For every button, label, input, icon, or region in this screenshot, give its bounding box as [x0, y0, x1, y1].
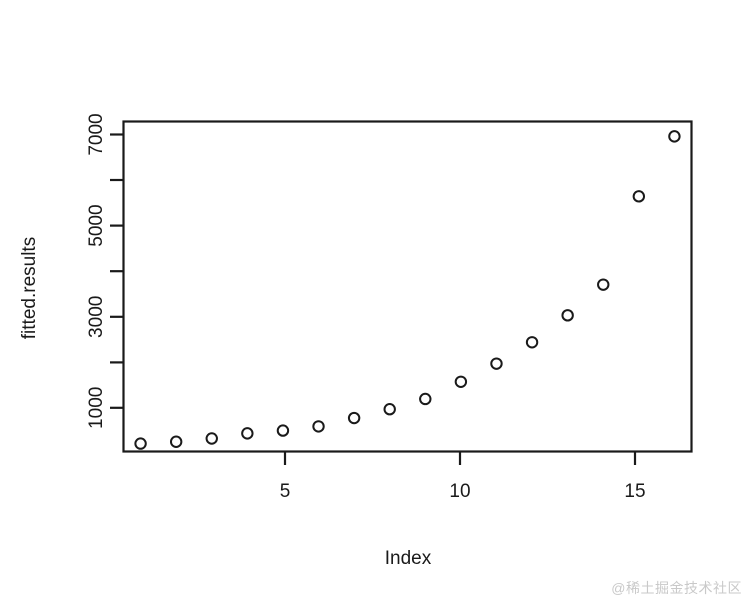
data-point: [490, 357, 503, 370]
data-point: [134, 437, 147, 450]
data-point: [276, 424, 290, 437]
data-point: [597, 278, 610, 291]
x-axis-ticks: [283, 451, 637, 465]
x-tick-label-15: 15: [624, 481, 645, 502]
y-tick-label-1000: 1000: [86, 387, 107, 429]
x-tick-label-10: 10: [449, 481, 470, 502]
data-point: [312, 420, 325, 433]
data-point: [205, 432, 218, 445]
data-point: [632, 190, 646, 203]
x-axis-title: Index: [385, 548, 432, 569]
data-point: [668, 130, 681, 143]
watermark: @稀土掘金技术社区: [611, 580, 742, 596]
data-points-layer: [134, 130, 681, 450]
y-tick-label-7000: 7000: [86, 113, 107, 155]
y-tick-label-3000: 3000: [86, 296, 107, 338]
data-point: [419, 392, 432, 406]
data-point: [347, 411, 361, 425]
data-point: [525, 336, 539, 349]
plot-frame: [122, 120, 693, 453]
data-point: [561, 309, 574, 322]
x-tick-label-5: 5: [280, 481, 291, 502]
data-point: [169, 435, 183, 448]
y-axis-title: fitted.results: [19, 237, 40, 339]
scatter-plot: 1000 3000 5000 7000 5 10 15 Index fitted…: [19, 113, 693, 569]
y-axis-ticks: [110, 133, 124, 409]
data-point: [241, 427, 254, 440]
data-point: [383, 403, 396, 416]
y-tick-label-5000: 5000: [86, 204, 107, 246]
data-point: [454, 375, 468, 388]
plot-page: 1000 3000 5000 7000 5 10 15 Index fitted…: [0, 0, 756, 606]
